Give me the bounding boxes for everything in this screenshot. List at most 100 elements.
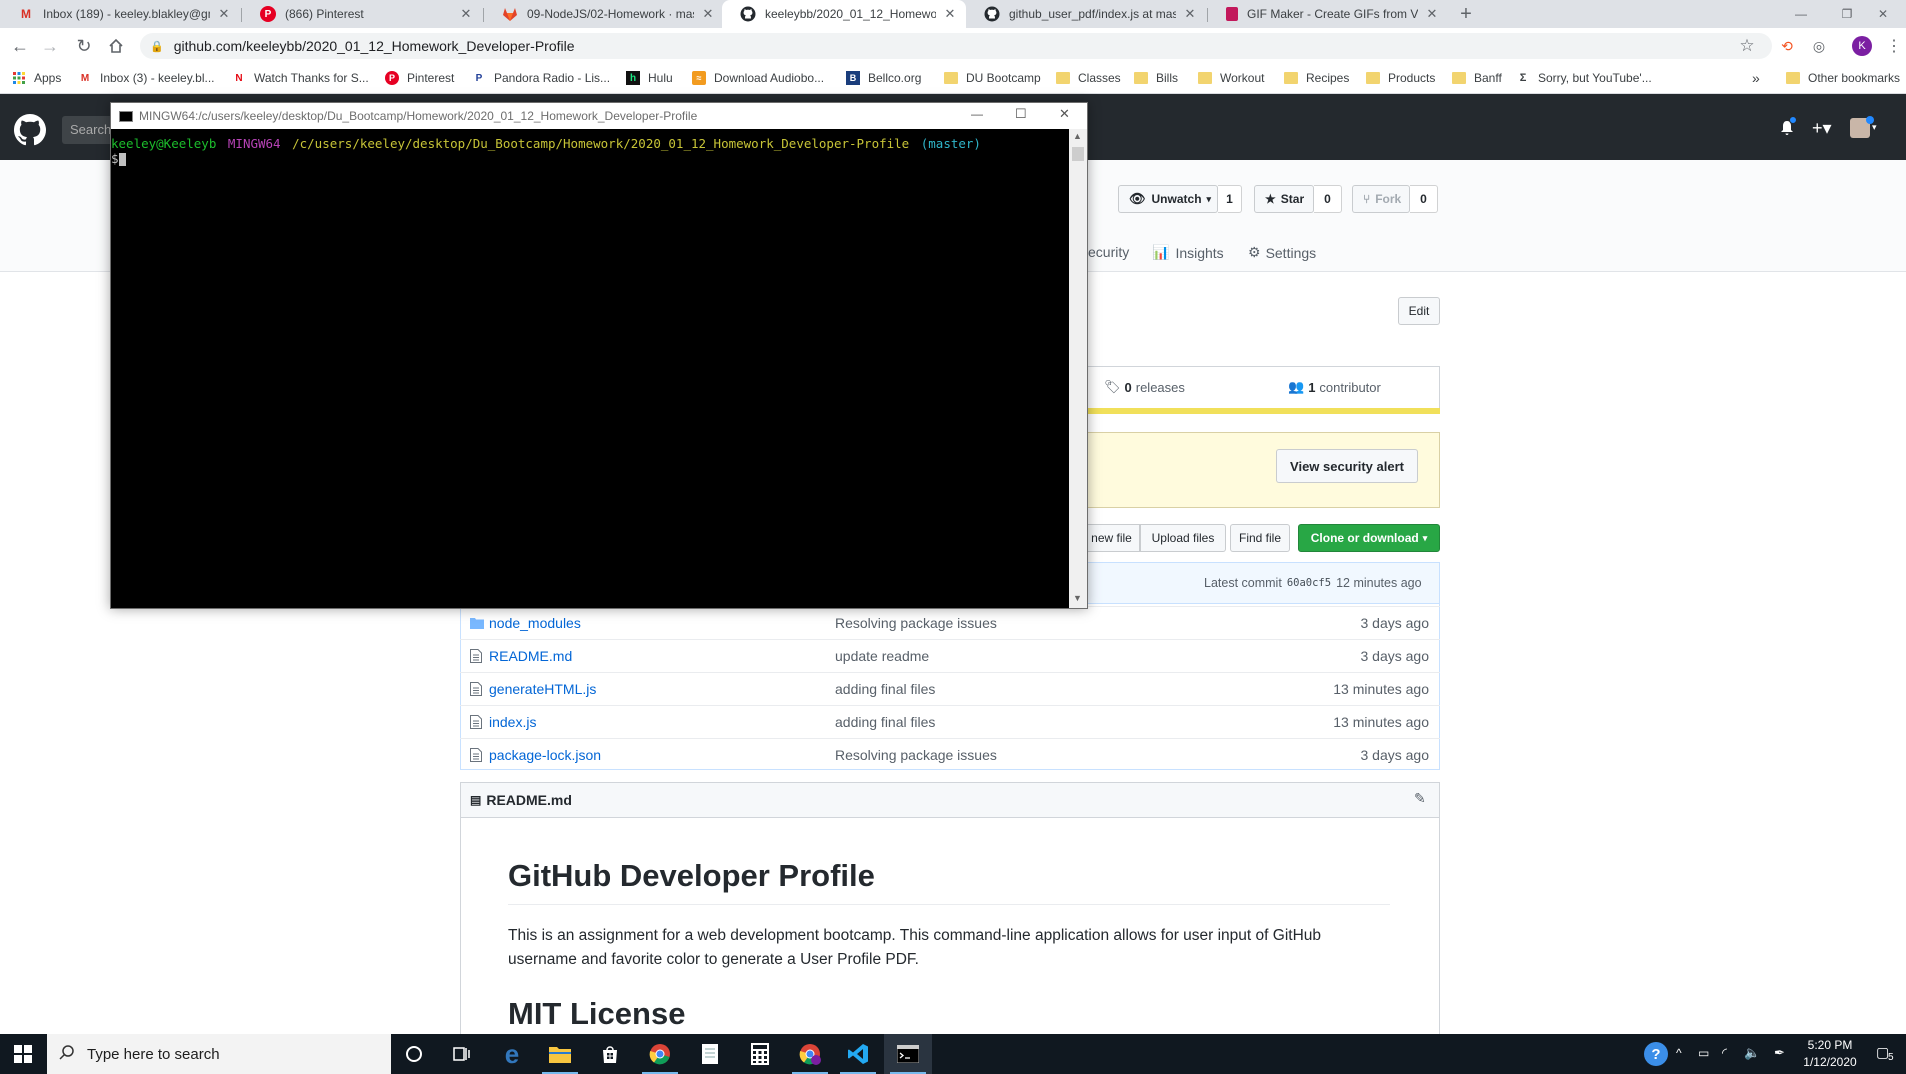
fork-count[interactable]: 0 xyxy=(1410,185,1438,213)
new-tab-button[interactable]: + xyxy=(1452,0,1480,28)
tab-gitlab[interactable]: 09-NodeJS/02-Homework · mast ✕ xyxy=(484,0,724,28)
terminal-scrollbar[interactable]: ▲ ▼ xyxy=(1069,129,1087,608)
bookmark-products[interactable]: Products xyxy=(1366,67,1435,89)
nav-settings[interactable]: ⚙ Settings xyxy=(1248,244,1316,261)
edge-icon[interactable]: e xyxy=(488,1034,536,1074)
minimize-button[interactable]: — xyxy=(1778,0,1824,28)
forward-button[interactable]: → xyxy=(36,32,64,60)
upload-files-button[interactable]: Upload files xyxy=(1140,524,1226,552)
commit-message-link[interactable]: Resolving package issues xyxy=(835,615,997,631)
contributors-link[interactable]: 👥 1 contributor xyxy=(1288,379,1381,395)
bookmark-classes[interactable]: Classes xyxy=(1056,67,1121,89)
bookmark-netflix[interactable]: N Watch Thanks for S... xyxy=(232,67,368,89)
scroll-up-icon[interactable]: ▲ xyxy=(1073,131,1082,141)
battery-icon[interactable]: ▭ xyxy=(1698,1046,1709,1060)
tab-pinterest[interactable]: P (866) Pinterest ✕ xyxy=(242,0,482,28)
bookmark-gmail[interactable]: M Inbox (3) - keeley.bl... xyxy=(78,67,215,89)
pen-ink-icon[interactable]: ✒ xyxy=(1774,1045,1785,1061)
close-icon[interactable]: ✕ xyxy=(700,6,716,22)
extension-circle-icon[interactable]: ◎ xyxy=(1805,32,1833,60)
terminal-window[interactable]: MINGW64:/c/users/keeley/desktop/Du_Bootc… xyxy=(110,102,1088,609)
github-logo-icon[interactable] xyxy=(14,114,46,149)
bookmark-recipes[interactable]: Recipes xyxy=(1284,67,1349,89)
close-icon[interactable]: ✕ xyxy=(458,6,474,22)
terminal-maximize-button[interactable]: ☐ xyxy=(1015,106,1027,122)
nav-security[interactable]: ecurity xyxy=(1088,244,1129,260)
avatar-dropdown-chevron-icon[interactable]: ▾ xyxy=(1872,122,1877,133)
pencil-edit-icon[interactable]: ✎ xyxy=(1414,790,1426,807)
terminal-minimize-button[interactable]: — xyxy=(971,107,983,121)
chrome-profile-icon[interactable] xyxy=(786,1034,834,1074)
tab-gmail[interactable]: M Inbox (189) - keeley.blakley@gm ✕ xyxy=(0,0,240,28)
tab-gif-maker[interactable]: GIF Maker - Create GIFs from Vid ✕ xyxy=(1208,0,1448,28)
wifi-icon[interactable]: ◜ xyxy=(1722,1045,1727,1061)
scroll-down-icon[interactable]: ▼ xyxy=(1073,593,1082,603)
tab-github-index[interactable]: github_user_pdf/index.js at mast ✕ xyxy=(966,0,1206,28)
commit-message-link[interactable]: adding final files xyxy=(835,681,935,697)
star-count[interactable]: 0 xyxy=(1314,185,1342,213)
fork-button[interactable]: ⑂ Fork xyxy=(1352,185,1410,213)
bookmark-other[interactable]: Other bookmarks xyxy=(1786,67,1900,89)
file-explorer-icon[interactable] xyxy=(536,1034,584,1074)
bookmark-bills[interactable]: Bills xyxy=(1134,67,1178,89)
profile-avatar[interactable]: K xyxy=(1852,36,1872,56)
file-name-link[interactable]: node_modules xyxy=(489,615,581,631)
terminal-body[interactable]: keeley@Keeleyb MINGW64 /c/users/keeley/d… xyxy=(111,129,1069,608)
bookmark-hulu[interactable]: h Hulu xyxy=(626,67,673,89)
task-view-icon[interactable] xyxy=(438,1034,486,1074)
bookmark-youtube[interactable]: Ʃ Sorry, but YouTube'... xyxy=(1516,67,1652,89)
commit-message-link[interactable]: Resolving package issues xyxy=(835,747,997,763)
terminal-close-button[interactable]: ✕ xyxy=(1059,106,1070,122)
commit-sha[interactable]: 60a0cf5 xyxy=(1287,577,1331,589)
bookmark-du-bootcamp[interactable]: DU Bootcamp xyxy=(944,67,1041,89)
create-new-plus-icon[interactable]: +▾ xyxy=(1812,118,1832,139)
show-hidden-icons-chevron[interactable]: ^ xyxy=(1676,1046,1682,1060)
view-security-alert-button[interactable]: View security alert xyxy=(1276,449,1418,483)
address-bar[interactable]: 🔒 github.com/keeleybb/2020_01_12_Homewor… xyxy=(140,33,1772,59)
notepad-icon[interactable] xyxy=(686,1034,734,1074)
menu-kebab-icon[interactable]: ⋮ xyxy=(1880,32,1906,60)
star-button[interactable]: ★ Star xyxy=(1254,185,1314,213)
start-button[interactable] xyxy=(0,1034,46,1074)
file-name-link[interactable]: package-lock.json xyxy=(489,747,601,763)
close-window-button[interactable]: ✕ xyxy=(1860,0,1906,28)
releases-link[interactable]: 🏷 0 releases xyxy=(1104,379,1185,395)
home-button[interactable] xyxy=(102,32,130,60)
bookmark-pandora[interactable]: P Pandora Radio - Lis... xyxy=(472,67,610,89)
terminal-icon[interactable] xyxy=(884,1034,932,1074)
store-icon[interactable] xyxy=(586,1034,634,1074)
chrome-icon[interactable] xyxy=(636,1034,684,1074)
bookmark-bellco[interactable]: B Bellco.org xyxy=(846,67,921,89)
commit-message-link[interactable]: adding final files xyxy=(835,714,935,730)
edit-description-button[interactable]: Edit xyxy=(1398,297,1440,325)
bookmark-audible[interactable]: ≈ Download Audiobo... xyxy=(692,67,824,89)
tab-github-repo-active[interactable]: keeleybb/2020_01_12_Homewor ✕ xyxy=(722,0,966,28)
close-icon[interactable]: ✕ xyxy=(216,6,232,22)
bookmark-workout[interactable]: Workout xyxy=(1198,67,1264,89)
back-button[interactable]: ← xyxy=(6,32,34,60)
find-file-button[interactable]: Find file xyxy=(1230,524,1290,552)
taskbar-search-box[interactable]: Type here to search xyxy=(47,1034,391,1074)
unwatch-button[interactable]: 👁 Unwatch ▾ xyxy=(1118,185,1218,213)
vscode-icon[interactable] xyxy=(834,1034,882,1074)
bookmark-pinterest[interactable]: P Pinterest xyxy=(385,67,454,89)
close-icon[interactable]: ✕ xyxy=(1182,6,1198,22)
file-name-link[interactable]: index.js xyxy=(489,714,536,730)
commit-message-link[interactable]: update readme xyxy=(835,648,929,664)
nav-insights[interactable]: 📊 Insights xyxy=(1152,244,1224,261)
watch-count[interactable]: 1 xyxy=(1218,185,1242,213)
extension-icon[interactable]: ⟲ xyxy=(1773,32,1801,60)
bookmark-apps[interactable]: Apps xyxy=(12,67,61,89)
close-icon[interactable]: ✕ xyxy=(942,6,958,22)
clock[interactable]: 5:20 PM 1/12/2020 xyxy=(1790,1037,1870,1071)
bookmarks-overflow-chevron[interactable]: » xyxy=(1752,67,1760,89)
scroll-thumb[interactable] xyxy=(1072,147,1084,161)
help-icon[interactable]: ? xyxy=(1644,1042,1668,1066)
cortana-icon[interactable] xyxy=(390,1034,438,1074)
file-name-link[interactable]: README.md xyxy=(489,648,572,664)
bookmark-star-icon[interactable]: ☆ xyxy=(1733,32,1761,60)
file-name-link[interactable]: generateHTML.js xyxy=(489,681,596,697)
terminal-titlebar[interactable]: MINGW64:/c/users/keeley/desktop/Du_Bootc… xyxy=(111,103,1087,129)
bookmark-banff[interactable]: Banff xyxy=(1452,67,1502,89)
calculator-icon[interactable] xyxy=(736,1034,784,1074)
